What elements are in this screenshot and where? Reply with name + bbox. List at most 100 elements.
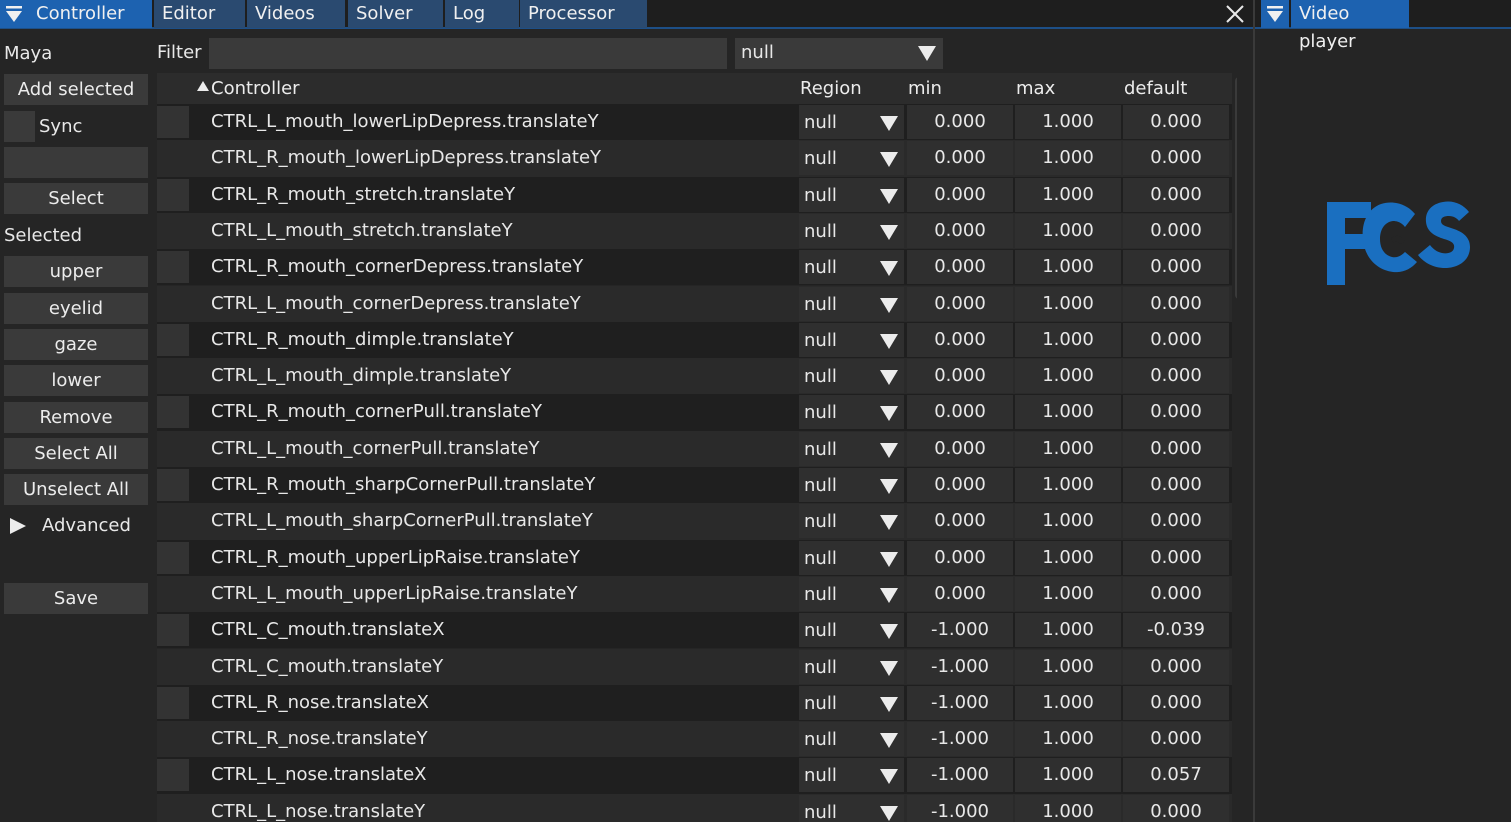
region-combo[interactable]: null bbox=[799, 540, 904, 575]
max-field[interactable]: 1.000 bbox=[1015, 322, 1121, 357]
row-checkbox[interactable] bbox=[157, 469, 189, 501]
tab-processor[interactable]: Processor bbox=[520, 0, 647, 28]
row-checkbox[interactable] bbox=[157, 541, 189, 574]
default-field[interactable]: 0.000 bbox=[1123, 722, 1229, 757]
table-row[interactable]: CTRL_L_nose.translateX null -1.000 1.000 0.0… bbox=[157, 757, 1232, 794]
row-checkbox[interactable] bbox=[157, 505, 189, 538]
row-checkbox[interactable] bbox=[157, 323, 189, 356]
row-checkbox[interactable] bbox=[157, 214, 189, 247]
min-field[interactable]: 0.000 bbox=[907, 576, 1013, 611]
header-controller[interactable]: Controller bbox=[211, 78, 300, 99]
lower-button[interactable]: lower bbox=[4, 365, 148, 396]
tab-log[interactable]: Log bbox=[445, 0, 519, 28]
table-row[interactable]: CTRL_R_nose.translateY null -1.000 1.000 0.0… bbox=[157, 721, 1232, 758]
min-field[interactable]: 0.000 bbox=[907, 468, 1013, 502]
region-combo[interactable]: null bbox=[799, 576, 904, 611]
min-field[interactable]: -1.000 bbox=[907, 649, 1013, 684]
default-field[interactable]: 0.000 bbox=[1123, 794, 1229, 822]
row-checkbox[interactable] bbox=[157, 686, 189, 719]
default-field[interactable]: 0.000 bbox=[1123, 250, 1229, 285]
default-field[interactable]: 0.000 bbox=[1123, 431, 1229, 466]
table-row[interactable]: CTRL_L_mouth_stretch.translateY null 0.000… bbox=[157, 212, 1232, 250]
table-row[interactable]: CTRL_C_mouth.translateX null -1.000 1.000 -0… bbox=[157, 612, 1232, 649]
max-field[interactable]: 1.000 bbox=[1015, 213, 1121, 248]
region-combo[interactable]: null bbox=[799, 141, 904, 176]
region-combo[interactable]: null bbox=[799, 468, 904, 502]
min-field[interactable]: 0.000 bbox=[907, 540, 1013, 575]
tab-editor[interactable]: Editor bbox=[154, 0, 245, 28]
gaze-button[interactable]: gaze bbox=[4, 329, 148, 360]
region-combo[interactable]: null bbox=[799, 359, 904, 394]
max-field[interactable]: 1.000 bbox=[1015, 504, 1121, 539]
table-row[interactable]: CTRL_R_mouth_sharpCornerPull.translateY n… bbox=[157, 467, 1232, 504]
default-field[interactable]: 0.000 bbox=[1123, 504, 1229, 539]
table-row[interactable]: CTRL_R_mouth_cornerPull.translateY null 0.… bbox=[157, 394, 1232, 431]
video-tab-menu-button[interactable] bbox=[1261, 0, 1289, 28]
sort-ascending-icon[interactable] bbox=[197, 81, 209, 91]
region-combo[interactable]: null bbox=[799, 286, 904, 321]
max-field[interactable]: 1.000 bbox=[1015, 649, 1121, 684]
max-field[interactable]: 1.000 bbox=[1015, 685, 1121, 720]
max-field[interactable]: 1.000 bbox=[1015, 468, 1121, 502]
min-field[interactable]: 0.000 bbox=[907, 322, 1013, 357]
header-default[interactable]: default bbox=[1124, 78, 1187, 99]
min-field[interactable]: 0.000 bbox=[907, 395, 1013, 430]
default-field[interactable]: 0.000 bbox=[1123, 105, 1229, 139]
tab-menu-button[interactable] bbox=[0, 0, 28, 28]
default-field[interactable]: 0.000 bbox=[1123, 468, 1229, 502]
sync-checkbox[interactable] bbox=[4, 111, 35, 142]
default-field[interactable]: -0.039 bbox=[1123, 613, 1229, 648]
max-field[interactable]: 1.000 bbox=[1015, 794, 1121, 822]
row-checkbox[interactable] bbox=[157, 251, 189, 284]
region-combo[interactable]: null bbox=[799, 794, 904, 822]
table-row[interactable]: CTRL_L_nose.translateY null -1.000 1.000 0.0… bbox=[157, 793, 1232, 822]
table-row[interactable]: CTRL_L_mouth_sharpCornerPull.translateY n… bbox=[157, 503, 1232, 540]
table-row[interactable]: CTRL_L_mouth_cornerPull.translateY null 0.… bbox=[157, 430, 1232, 467]
default-field[interactable]: 0.000 bbox=[1123, 576, 1229, 611]
default-field[interactable]: 0.000 bbox=[1123, 213, 1229, 248]
tab-videos[interactable]: Videos bbox=[247, 0, 345, 28]
min-field[interactable]: -1.000 bbox=[907, 613, 1013, 648]
row-checkbox[interactable] bbox=[157, 650, 189, 683]
default-field[interactable]: 0.000 bbox=[1123, 540, 1229, 575]
add-selected-button[interactable]: Add selected bbox=[4, 74, 148, 105]
max-field[interactable]: 1.000 bbox=[1015, 395, 1121, 430]
row-checkbox[interactable] bbox=[157, 795, 189, 822]
max-field[interactable]: 1.000 bbox=[1015, 250, 1121, 285]
select-button[interactable]: Select bbox=[4, 183, 148, 214]
unselect-all-button[interactable]: Unselect All bbox=[4, 474, 148, 505]
row-checkbox[interactable] bbox=[157, 614, 189, 647]
table-row[interactable]: CTRL_R_mouth_upperLipRaise.translateY nul… bbox=[157, 539, 1232, 576]
min-field[interactable]: 0.000 bbox=[907, 177, 1013, 212]
region-combo[interactable]: null bbox=[799, 395, 904, 430]
table-row[interactable]: CTRL_R_mouth_dimple.translateY null 0.000 1… bbox=[157, 321, 1232, 359]
table-row[interactable]: CTRL_R_nose.translateX null -1.000 1.000 0.0… bbox=[157, 684, 1232, 722]
default-field[interactable]: 0.000 bbox=[1123, 177, 1229, 212]
filter-input[interactable] bbox=[209, 38, 727, 69]
row-checkbox[interactable] bbox=[157, 287, 189, 320]
row-checkbox[interactable] bbox=[157, 577, 189, 610]
empty-field[interactable] bbox=[4, 147, 148, 178]
default-field[interactable]: 0.000 bbox=[1123, 322, 1229, 357]
min-field[interactable]: 0.000 bbox=[907, 359, 1013, 394]
min-field[interactable]: 0.000 bbox=[907, 431, 1013, 466]
sync-toggle[interactable]: Sync bbox=[4, 111, 148, 142]
table-row[interactable]: CTRL_L_mouth_lowerLipDepress.translateY n… bbox=[157, 104, 1232, 141]
row-checkbox[interactable] bbox=[157, 723, 189, 756]
advanced-toggle[interactable]: Advanced bbox=[4, 511, 154, 541]
table-scrollbar[interactable] bbox=[1235, 77, 1237, 299]
min-field[interactable]: -1.000 bbox=[907, 758, 1013, 793]
region-combo[interactable]: null bbox=[799, 649, 904, 684]
max-field[interactable]: 1.000 bbox=[1015, 359, 1121, 394]
max-field[interactable]: 1.000 bbox=[1015, 105, 1121, 139]
default-field[interactable]: 0.000 bbox=[1123, 649, 1229, 684]
region-combo[interactable]: null bbox=[799, 685, 904, 720]
max-field[interactable]: 1.000 bbox=[1015, 722, 1121, 757]
region-combo[interactable]: null bbox=[799, 322, 904, 357]
region-combo[interactable]: null bbox=[799, 250, 904, 285]
row-checkbox[interactable] bbox=[157, 396, 189, 429]
close-icon[interactable] bbox=[1223, 2, 1247, 26]
header-region[interactable]: Region bbox=[800, 78, 862, 99]
default-field[interactable]: 0.000 bbox=[1123, 685, 1229, 720]
max-field[interactable]: 1.000 bbox=[1015, 613, 1121, 648]
